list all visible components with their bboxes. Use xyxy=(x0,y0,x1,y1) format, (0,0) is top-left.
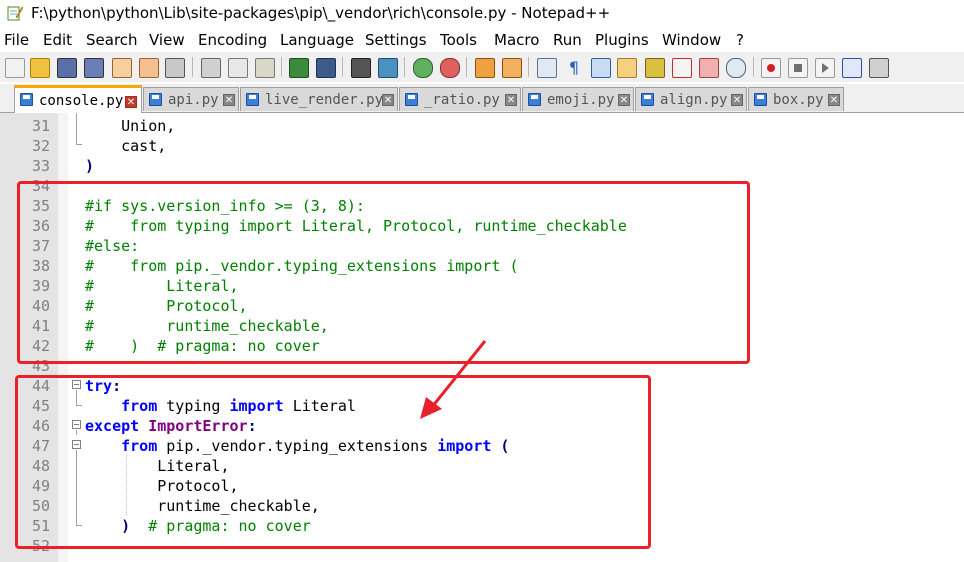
toolbar-separator xyxy=(404,57,405,77)
code-text: Union, xyxy=(85,117,176,135)
tab-api-py[interactable]: api.py ✕ xyxy=(143,87,239,111)
menu-help[interactable]: ? xyxy=(736,31,744,49)
menu-plugins[interactable]: Plugins xyxy=(595,31,649,49)
tab-console-py[interactable]: console.py ✕ xyxy=(14,85,142,113)
toolbar: ¶ xyxy=(0,52,964,82)
toolbar-separator xyxy=(342,57,343,77)
tab-label: align.py xyxy=(660,92,728,108)
cut-icon[interactable] xyxy=(201,58,221,78)
menu-tools[interactable]: Tools xyxy=(440,31,477,49)
saved-file-icon xyxy=(641,93,654,106)
play-macro-icon[interactable] xyxy=(815,58,835,78)
saved-file-icon xyxy=(20,93,33,106)
menu-search[interactable]: Search xyxy=(86,31,138,49)
tab-live-render-py[interactable]: live_render.py ✕ xyxy=(240,87,398,111)
tab-ratio-py[interactable]: _ratio.py ✕ xyxy=(399,87,521,111)
menu-run[interactable]: Run xyxy=(553,31,582,49)
tab-align-py[interactable]: align.py ✕ xyxy=(635,87,747,111)
saved-file-icon xyxy=(754,93,767,106)
monitoring-eye-icon[interactable] xyxy=(726,58,746,78)
menu-macro[interactable]: Macro xyxy=(494,31,539,49)
save-all-icon[interactable] xyxy=(84,58,104,78)
code-editor[interactable]: 31 Union, 32 cast, 33 ) 34 35 #if sys.ve… xyxy=(0,113,964,562)
indent-guide-icon[interactable] xyxy=(591,58,611,78)
show-all-characters-icon[interactable]: ¶ xyxy=(564,58,584,78)
line-number: 31 xyxy=(31,117,50,135)
save-icon[interactable] xyxy=(57,58,77,78)
document-map-icon[interactable] xyxy=(645,58,665,78)
saved-file-icon xyxy=(149,93,162,106)
toolbar-separator xyxy=(192,57,193,77)
saved-file-icon xyxy=(246,93,259,106)
menu-file[interactable]: File xyxy=(4,31,29,49)
code-text: ) xyxy=(85,157,95,175)
tab-label: emoji.py xyxy=(547,92,615,108)
tab-label: _ratio.py xyxy=(424,92,500,108)
window-title: F:\python\python\Lib\site-packages\pip\_… xyxy=(31,4,611,22)
annotation-box-commented-code xyxy=(17,181,750,364)
menu-bar: File Edit Search View Encoding Language … xyxy=(0,30,964,52)
line-number: 33 xyxy=(31,157,50,175)
notepad-app-icon xyxy=(7,6,23,21)
menu-settings[interactable]: Settings xyxy=(365,31,427,49)
paste-icon[interactable] xyxy=(255,58,275,78)
close-all-icon[interactable] xyxy=(139,58,159,78)
tab-close-icon[interactable]: ✕ xyxy=(382,94,394,106)
tab-label: console.py xyxy=(39,93,124,109)
tab-close-icon[interactable]: ✕ xyxy=(505,94,517,106)
folder-workspace-icon[interactable] xyxy=(699,58,719,78)
function-list-icon[interactable] xyxy=(672,58,692,78)
word-wrap-icon[interactable] xyxy=(537,58,557,78)
code-line: 31 Union, xyxy=(0,115,964,135)
find-icon[interactable] xyxy=(351,58,371,78)
code-line: 33 ) xyxy=(0,155,964,175)
user-language-icon[interactable] xyxy=(617,58,637,78)
close-icon[interactable] xyxy=(112,58,132,78)
sync-horizontal-icon[interactable] xyxy=(502,58,522,78)
save-macro-icon[interactable] xyxy=(869,58,889,78)
tab-close-icon[interactable]: ✕ xyxy=(731,94,743,106)
stop-macro-icon[interactable] xyxy=(788,58,808,78)
tab-label: live_render.py xyxy=(265,92,384,108)
toolbar-separator xyxy=(528,57,529,77)
tab-close-icon[interactable]: ✕ xyxy=(125,96,137,108)
tab-label: box.py xyxy=(773,92,824,108)
run-macro-multiple-icon[interactable] xyxy=(842,58,862,78)
replace-icon[interactable] xyxy=(378,58,398,78)
print-icon[interactable] xyxy=(165,58,185,78)
toolbar-separator xyxy=(753,57,754,77)
saved-file-icon xyxy=(405,93,418,106)
tab-label: api.py xyxy=(168,92,219,108)
tab-close-icon[interactable]: ✕ xyxy=(223,94,235,106)
tab-bar: console.py ✕ api.py ✕ live_render.py ✕ _… xyxy=(0,84,964,113)
tab-close-icon[interactable]: ✕ xyxy=(618,94,630,106)
code-line: 32 cast, xyxy=(0,135,964,155)
toolbar-separator xyxy=(281,57,282,77)
sync-vertical-icon[interactable] xyxy=(475,58,495,78)
tab-close-icon[interactable]: ✕ xyxy=(828,94,840,106)
menu-language[interactable]: Language xyxy=(280,31,354,49)
code-text: cast, xyxy=(85,137,167,155)
record-macro-icon[interactable] xyxy=(761,58,781,78)
undo-icon[interactable] xyxy=(289,58,309,78)
zoom-out-icon[interactable] xyxy=(440,58,460,78)
menu-window[interactable]: Window xyxy=(662,31,721,49)
zoom-in-icon[interactable] xyxy=(413,58,433,78)
title-bar: F:\python\python\Lib\site-packages\pip\_… xyxy=(0,0,964,28)
menu-view[interactable]: View xyxy=(149,31,185,49)
menu-edit[interactable]: Edit xyxy=(43,31,72,49)
menu-encoding[interactable]: Encoding xyxy=(198,31,267,49)
tab-box-py[interactable]: box.py ✕ xyxy=(748,87,844,111)
tab-emoji-py[interactable]: emoji.py ✕ xyxy=(522,87,634,111)
open-file-icon[interactable] xyxy=(30,58,50,78)
line-number: 32 xyxy=(31,137,50,155)
annotation-box-replacement-code xyxy=(15,375,651,549)
annotation-arrow-icon xyxy=(420,340,487,419)
new-file-icon[interactable] xyxy=(5,58,25,78)
copy-icon[interactable] xyxy=(228,58,248,78)
saved-file-icon xyxy=(528,93,541,106)
toolbar-separator xyxy=(466,57,467,77)
redo-icon[interactable] xyxy=(316,58,336,78)
